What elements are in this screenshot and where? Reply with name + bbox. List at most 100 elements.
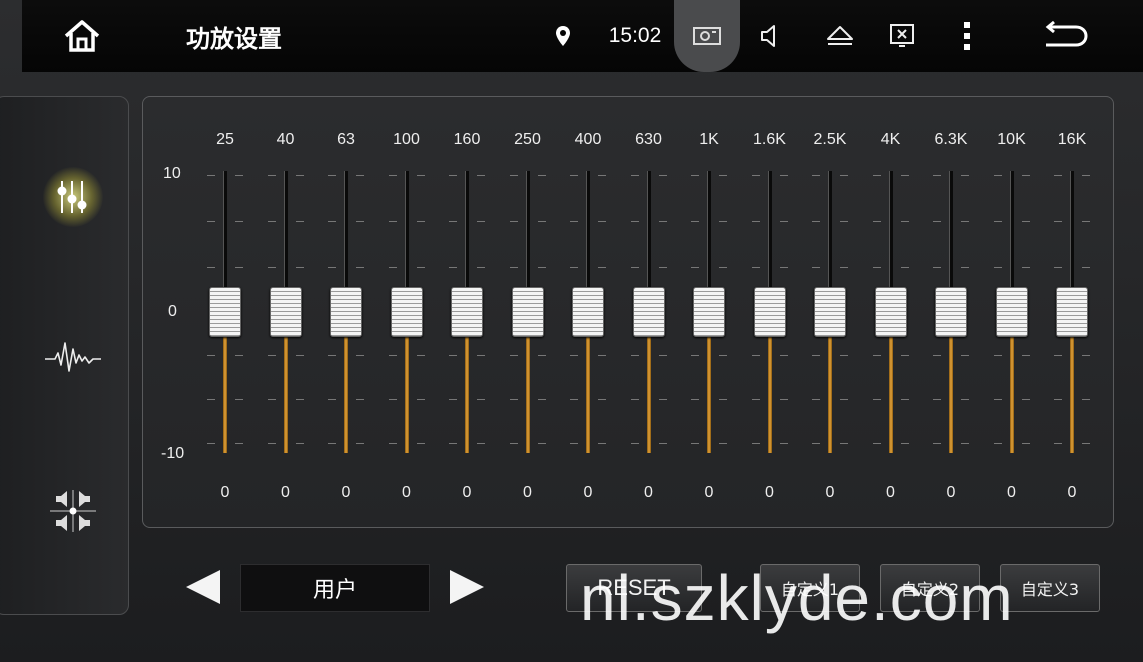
slider-tick: [993, 175, 1002, 176]
eq-band: 16K 0: [1042, 97, 1102, 527]
slider-tick: [993, 221, 1002, 222]
slider-track-upper: [646, 171, 651, 293]
slider-track-upper: [707, 171, 711, 293]
sidebar-item-waveform[interactable]: [35, 319, 111, 395]
slider-tick: [872, 443, 881, 444]
slider-tick: [900, 267, 909, 268]
slider-tick: [1021, 355, 1030, 356]
slider-tick: [537, 221, 546, 222]
slider-tick: [477, 221, 485, 222]
eq-band: 4K 0: [861, 97, 921, 527]
slider-knob[interactable]: [572, 287, 604, 337]
slider-tick: [1054, 399, 1062, 400]
slider-tick: [812, 221, 820, 222]
slider-tick: [1021, 267, 1030, 268]
slider-knob[interactable]: [511, 287, 544, 337]
slider-tick: [328, 443, 336, 444]
slider-tick: [779, 399, 788, 400]
custom-3-button[interactable]: 自定义3: [1000, 564, 1100, 612]
eq-band: 100 0: [377, 97, 437, 527]
home-button[interactable]: [52, 0, 112, 72]
slider-tick: [961, 221, 969, 222]
eq-band: 630 0: [619, 97, 679, 527]
slider-tick: [900, 399, 909, 400]
screenshot-button[interactable]: [674, 0, 740, 72]
volume-button[interactable]: [750, 0, 790, 72]
slider-tick: [779, 443, 788, 444]
slider-tick: [840, 267, 848, 268]
custom-2-button[interactable]: 自定义2: [880, 564, 980, 612]
slider-knob[interactable]: [269, 287, 302, 337]
slider-track-lower: [344, 329, 348, 453]
more-vert-icon: [964, 22, 970, 50]
slider-knob[interactable]: [874, 287, 907, 337]
triangle-right-icon: [450, 570, 484, 604]
slider-tick: [630, 443, 639, 444]
slider-tick: [295, 221, 304, 222]
reset-button[interactable]: RESET: [566, 564, 702, 612]
slider-tick: [658, 267, 667, 268]
slider-tick: [840, 221, 848, 222]
slider-tick: [840, 399, 848, 400]
sound-mode-sidebar: [0, 96, 129, 615]
slider-knob[interactable]: [632, 287, 665, 337]
slider-tick: [779, 175, 788, 176]
slider-tick: [449, 175, 457, 176]
more-button[interactable]: [952, 0, 982, 72]
slider-tick: [933, 175, 941, 176]
slider-tick: [812, 175, 820, 176]
slider-tick: [477, 355, 485, 356]
slider-tick: [570, 175, 578, 176]
slider-knob[interactable]: [1056, 287, 1088, 337]
slider-track-lower: [223, 329, 227, 453]
slider-tick: [1054, 355, 1062, 356]
slider-knob[interactable]: [753, 287, 786, 337]
eq-band: 400 0: [558, 97, 618, 527]
slider-track-lower: [828, 329, 832, 453]
slider-knob[interactable]: [814, 287, 846, 337]
eq-band: 63 0: [316, 97, 376, 527]
slider-tick: [295, 175, 304, 176]
screen-off-button[interactable]: [882, 0, 922, 72]
slider-tick: [872, 267, 881, 268]
slider-knob[interactable]: [390, 287, 423, 337]
slider-tick: [235, 399, 243, 400]
slider-knob[interactable]: [330, 287, 362, 337]
slider-track-upper: [767, 171, 772, 293]
slider-knob[interactable]: [451, 287, 483, 337]
slider-tick: [235, 443, 243, 444]
db-min-label: -10: [161, 445, 185, 462]
triangle-left-icon: [186, 570, 220, 604]
slider-tick: [751, 355, 760, 356]
eq-band: 2.5K 0: [800, 97, 860, 527]
slider-knob[interactable]: [693, 287, 725, 337]
slider-tick: [207, 221, 215, 222]
sidebar-item-equalizer[interactable]: [35, 159, 111, 235]
slider-tick: [779, 221, 788, 222]
sidebar-item-balance[interactable]: [35, 473, 111, 549]
slider-tick: [658, 355, 667, 356]
custom-1-button[interactable]: 自定义1: [760, 564, 860, 612]
slider-tick: [872, 175, 881, 176]
slider-tick: [328, 399, 336, 400]
slider-track-lower: [646, 329, 651, 453]
slider-track-lower: [707, 329, 711, 453]
slider-knob[interactable]: [935, 287, 967, 337]
next-preset-button[interactable]: [446, 566, 488, 608]
slider-knob[interactable]: [995, 287, 1028, 337]
slider-tick: [356, 175, 364, 176]
slider-tick: [328, 221, 336, 222]
prev-preset-button[interactable]: [182, 566, 224, 608]
slider-tick: [328, 175, 336, 176]
slider-knob[interactable]: [209, 287, 241, 337]
slider-tick: [598, 399, 606, 400]
slider-tick: [449, 355, 457, 356]
slider-tick: [477, 443, 485, 444]
slider-tick: [356, 355, 364, 356]
slider-track-upper: [828, 171, 832, 293]
camera-icon: [693, 27, 721, 45]
slider-tick: [388, 221, 397, 222]
back-button[interactable]: [1030, 0, 1100, 72]
slider-track-lower: [465, 329, 469, 453]
eject-button[interactable]: [818, 0, 862, 72]
